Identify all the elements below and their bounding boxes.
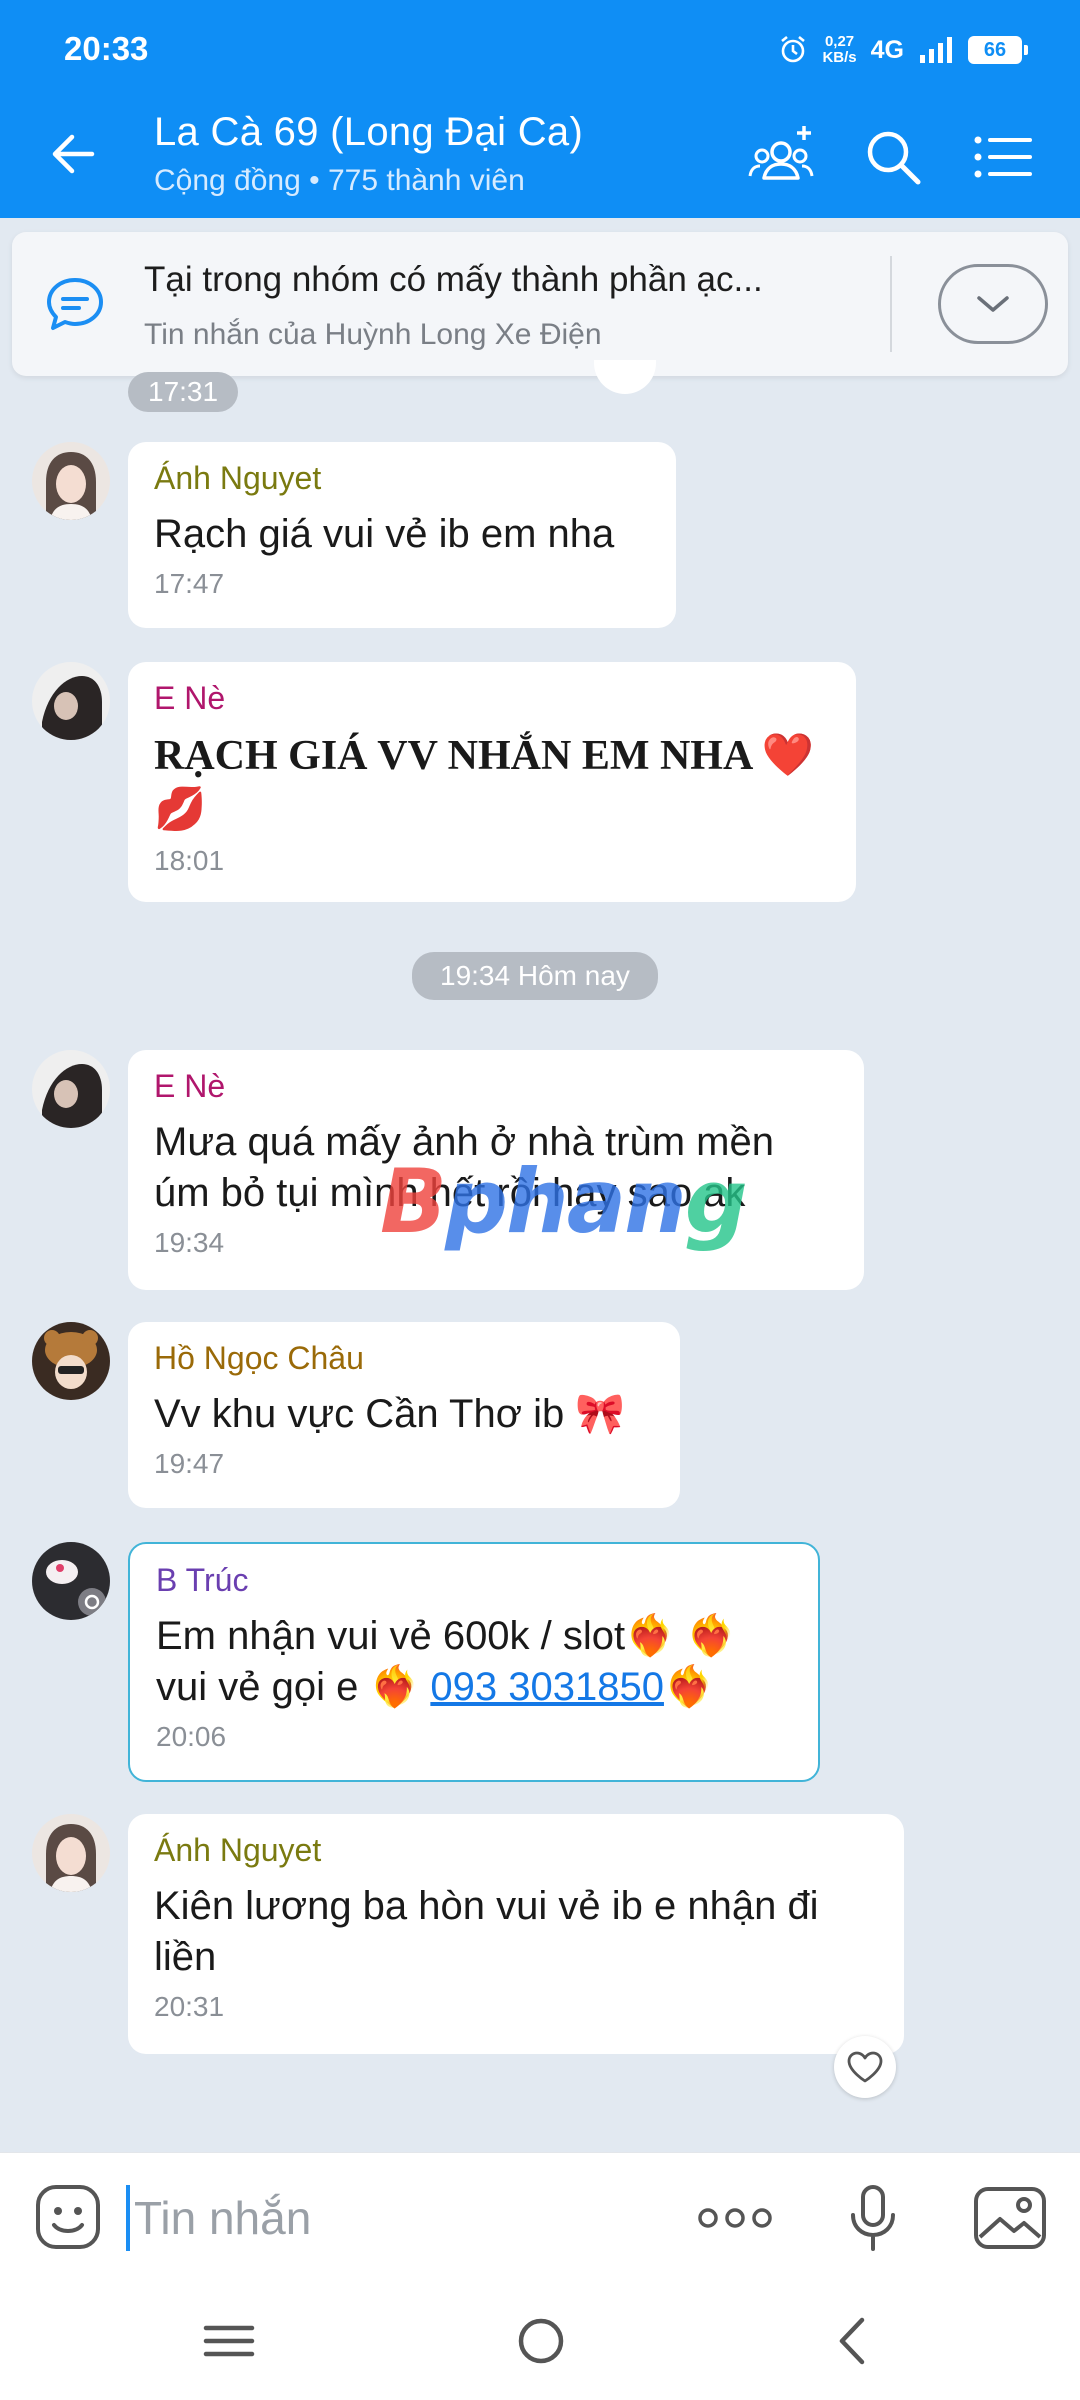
- pinned-subtitle: Tin nhắn của Huỳnh Long Xe Điện: [144, 318, 602, 351]
- chat-header: La Cà 69 (Long Đại Ca) Cộng đồng • 775 t…: [0, 100, 1080, 218]
- status-icons: 0,27 KB/s 4G 66: [778, 28, 1028, 72]
- message-time: 20:31: [154, 1991, 225, 2022]
- sender-name[interactable]: Ánh Nguyet: [154, 460, 650, 497]
- group-subtitle[interactable]: Cộng đồng • 775 thành viên: [154, 164, 525, 198]
- sender-name[interactable]: E Nè: [154, 680, 830, 717]
- menu-list-icon[interactable]: [968, 122, 1038, 192]
- message-text: Kiên lương ba hòn vui vẻ ib e nhận đi li…: [154, 1884, 819, 1979]
- message-text: Em nhận vui vẻ 600k / slot❤️‍🔥 ❤️‍🔥 vui …: [156, 1614, 736, 1709]
- network-type: 4G: [870, 35, 904, 64]
- status-time: 20:33: [64, 30, 149, 67]
- battery-indicator: 66: [968, 36, 1028, 64]
- text-caret: [126, 2185, 130, 2251]
- message-text: RẠCH GIÁ VV NHẮN EM NHA ❤️ 💋: [154, 733, 814, 833]
- date-divider-chip: 19:34 Hôm nay: [412, 952, 658, 1000]
- pinned-title: Tại trong nhóm có mấy thành phần ạc...: [144, 260, 763, 299]
- avatar[interactable]: [32, 442, 110, 520]
- message-bubble[interactable]: Hồ Ngọc Châu Vv khu vực Cần Thơ ib 🎀 19:…: [128, 1322, 680, 1508]
- pinned-divider: [890, 256, 892, 352]
- sender-name[interactable]: B Trúc: [156, 1562, 792, 1599]
- message-input-bar: [0, 2152, 1080, 2282]
- reaction-button-partial[interactable]: [594, 360, 656, 394]
- message-bubble[interactable]: B Trúc Em nhận vui vẻ 600k / slot❤️‍🔥 ❤️…: [128, 1542, 820, 1782]
- message-time: 20:06: [156, 1721, 227, 1752]
- message-time: 19:47: [154, 1448, 225, 1479]
- message-text: Rạch giá vui vẻ ib em nha: [154, 512, 615, 556]
- react-heart-button[interactable]: [834, 2036, 896, 2098]
- microphone-icon[interactable]: [838, 2183, 908, 2253]
- pinned-message[interactable]: Tại trong nhóm có mấy thành phần ạc... T…: [12, 232, 1068, 376]
- status-bar: 20:33 0,27 KB/s 4G 66: [0, 0, 1080, 100]
- top-bar: 20:33 0,27 KB/s 4G 66 La Cà 69 (Long Đại …: [0, 0, 1080, 218]
- avatar[interactable]: [32, 1542, 110, 1620]
- watermark: Bphang: [380, 1150, 748, 1253]
- message-time: 18:01: [154, 845, 225, 876]
- sender-name[interactable]: Hồ Ngọc Châu: [154, 1340, 654, 1377]
- message-input[interactable]: [134, 2181, 654, 2255]
- message-time: 17:47: [154, 568, 225, 599]
- network-speed: 0,27 KB/s: [822, 33, 857, 66]
- recent-apps-icon[interactable]: [194, 2306, 264, 2376]
- sender-name[interactable]: Ánh Nguyet: [154, 1832, 878, 1869]
- emoji-sticker-icon[interactable]: [34, 2183, 102, 2251]
- heart-outline-icon: [847, 2051, 883, 2083]
- add-member-icon[interactable]: [746, 122, 816, 192]
- more-options-icon[interactable]: [694, 2183, 776, 2253]
- search-icon[interactable]: [858, 122, 928, 192]
- back-arrow-icon[interactable]: [44, 124, 104, 184]
- avatar[interactable]: [32, 1814, 110, 1892]
- image-gallery-icon[interactable]: [972, 2183, 1048, 2253]
- chevron-down-icon: [977, 296, 1009, 312]
- message-bubble[interactable]: Ánh Nguyet Rạch giá vui vẻ ib em nha 17:…: [128, 442, 676, 628]
- signal-icon: [920, 37, 952, 63]
- back-nav-icon[interactable]: [818, 2306, 888, 2376]
- avatar[interactable]: [32, 662, 110, 740]
- sender-name[interactable]: E Nè: [154, 1068, 838, 1105]
- alarm-icon: [781, 35, 806, 63]
- chat-bubble-icon: [47, 278, 103, 330]
- group-title[interactable]: La Cà 69 (Long Đại Ca): [154, 110, 583, 155]
- expand-pinned-button[interactable]: [938, 264, 1048, 344]
- home-icon[interactable]: [506, 2306, 576, 2376]
- phone-link[interactable]: 093 3031850: [430, 1665, 664, 1709]
- message-text: Vv khu vực Cần Thơ ib 🎀: [154, 1392, 626, 1436]
- time-chip: 17:31: [128, 372, 239, 412]
- avatar[interactable]: [32, 1322, 110, 1400]
- message-bubble[interactable]: E Nè RẠCH GIÁ VV NHẮN EM NHA ❤️ 💋 18:01: [128, 662, 856, 902]
- avatar[interactable]: [32, 1050, 110, 1128]
- message-bubble[interactable]: Ánh Nguyet Kiên lương ba hòn vui vẻ ib e…: [128, 1814, 904, 2054]
- system-navigation-bar: [0, 2282, 1080, 2400]
